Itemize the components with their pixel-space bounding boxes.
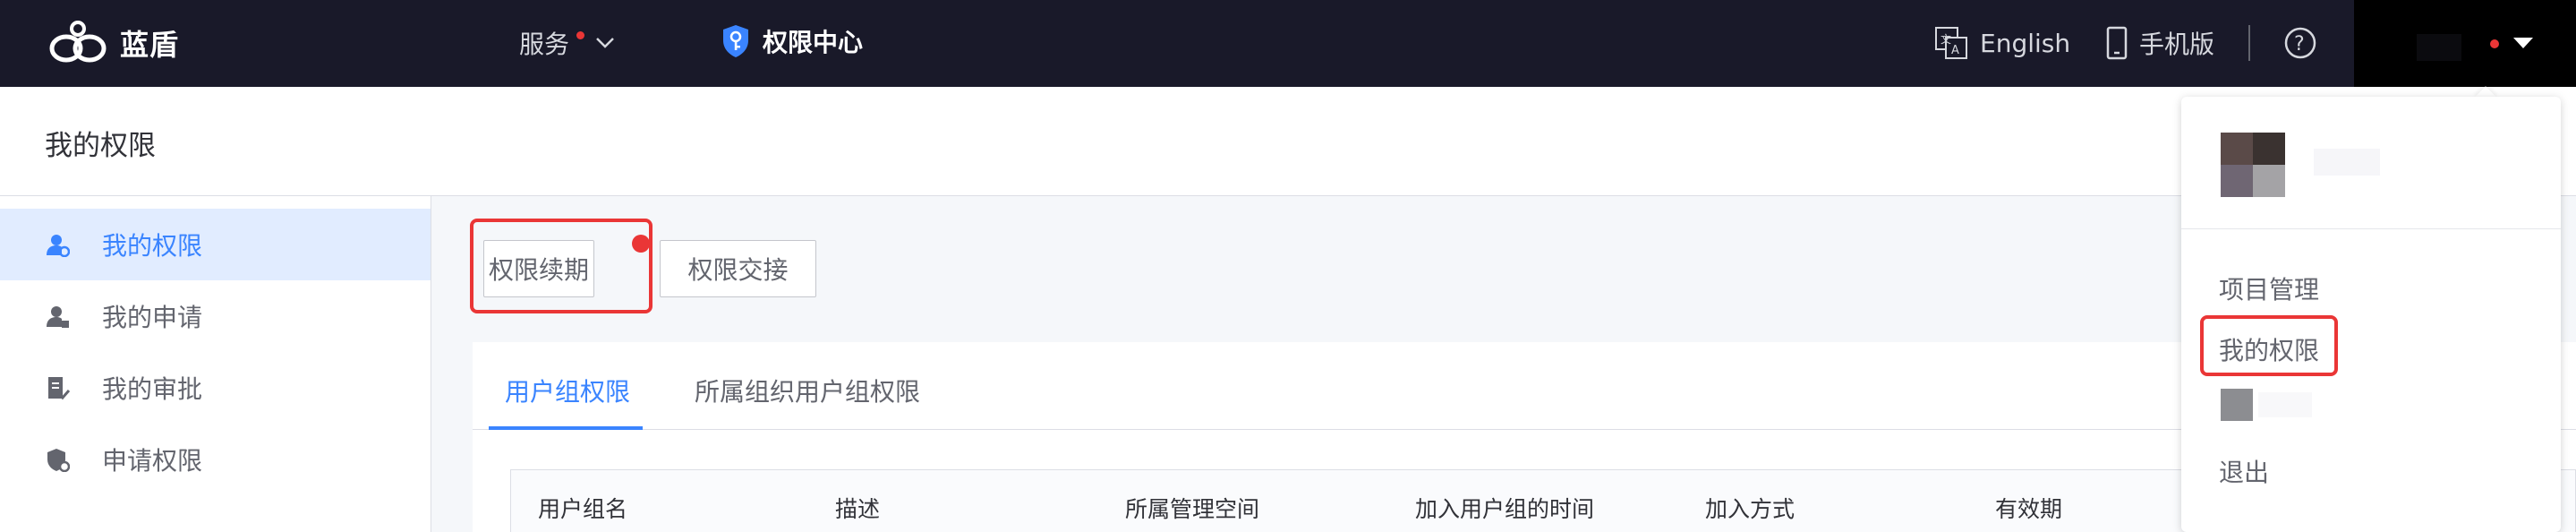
current-app-label: 权限中心 (763, 28, 864, 57)
brand-logo[interactable]: 蓝盾 (47, 20, 179, 66)
user-name (2314, 149, 2380, 176)
column-header[interactable]: 用户组名 (538, 492, 627, 524)
services-notification-dot (576, 30, 585, 39)
mobile-version-link[interactable]: 手机版 (2105, 25, 2214, 61)
caret-down-icon (2513, 38, 2533, 48)
help-button[interactable]: ? (2282, 25, 2318, 64)
sidebar-item-my-approvals[interactable]: 我的审批 (0, 352, 431, 424)
svg-text:A: A (1951, 44, 1959, 57)
column-header[interactable]: 加入方式 (1705, 492, 1795, 524)
top-navigation-bar: 蓝盾 服务 权限中心 文 A English 手机版 ? (0, 0, 2576, 87)
sidebar: 我的权限 我的申请 我的审批 申请权限 (0, 196, 431, 532)
user-notification-dot (2490, 39, 2499, 48)
services-label: 服务 (519, 30, 570, 59)
user-dropdown-menu: 项目管理 我的权限 退出 (2181, 97, 2561, 532)
help-circle-icon: ? (2284, 27, 2316, 59)
sidebar-item-my-applications[interactable]: 我的申请 (0, 280, 431, 352)
user-avatar (2417, 34, 2461, 61)
menu-item-project-management[interactable]: 项目管理 (2219, 270, 2319, 306)
user-apply-icon (47, 306, 69, 328)
my-permissions-highlight (2200, 315, 2338, 376)
user-profile-section (2181, 97, 2561, 229)
brand-name: 蓝盾 (120, 28, 180, 62)
tab-user-group-permissions[interactable]: 用户组权限 (505, 373, 630, 408)
sidebar-item-label: 申请权限 (102, 446, 203, 476)
column-header[interactable]: 加入用户组的时间 (1415, 492, 1594, 524)
shield-key-icon (47, 449, 70, 472)
sidebar-item-my-permissions[interactable]: 我的权限 (0, 209, 431, 280)
user-permission-icon (47, 235, 70, 257)
renew-notification-dot (632, 235, 650, 253)
mobile-phone-icon (2106, 26, 2128, 60)
avatar (2221, 133, 2285, 197)
shield-key-icon (723, 25, 748, 57)
services-menu[interactable]: 服务 (519, 25, 615, 61)
current-app-link[interactable]: 权限中心 (721, 23, 863, 59)
language-switch[interactable]: 文 A English (1933, 25, 2070, 61)
active-tab-indicator (489, 426, 643, 430)
column-header[interactable]: 所属管理空间 (1125, 492, 1259, 524)
sidebar-item-label: 我的申请 (102, 303, 203, 332)
tab-org-user-group-permissions[interactable]: 所属组织用户组权限 (695, 373, 920, 408)
sidebar-item-apply-permission[interactable]: 申请权限 (0, 424, 431, 495)
brand-logo-icon (49, 21, 107, 63)
svg-text:文: 文 (1941, 32, 1951, 46)
mobile-version-label: 手机版 (2139, 30, 2215, 59)
language-label: English (1980, 28, 2071, 58)
svg-text:?: ? (2294, 33, 2305, 56)
transfer-permission-button[interactable]: 权限交接 (660, 240, 816, 297)
page-title: 我的权限 (45, 130, 156, 162)
menu-item-redacted[interactable] (2258, 392, 2312, 417)
nav-divider (2248, 25, 2250, 61)
column-header[interactable]: 描述 (835, 492, 880, 524)
column-header[interactable]: 有效期 (1995, 492, 2062, 524)
sidebar-item-label: 我的权限 (102, 231, 203, 261)
menu-item-icon (2221, 389, 2253, 421)
sidebar-item-label: 我的审批 (102, 374, 203, 404)
user-account-menu[interactable] (2354, 0, 2576, 87)
approval-doc-icon (48, 377, 70, 400)
renew-button-highlight (470, 219, 653, 313)
menu-item-logout[interactable]: 退出 (2219, 453, 2269, 489)
chevron-down-icon (596, 38, 614, 48)
translate-icon: 文 A (1935, 27, 1967, 59)
